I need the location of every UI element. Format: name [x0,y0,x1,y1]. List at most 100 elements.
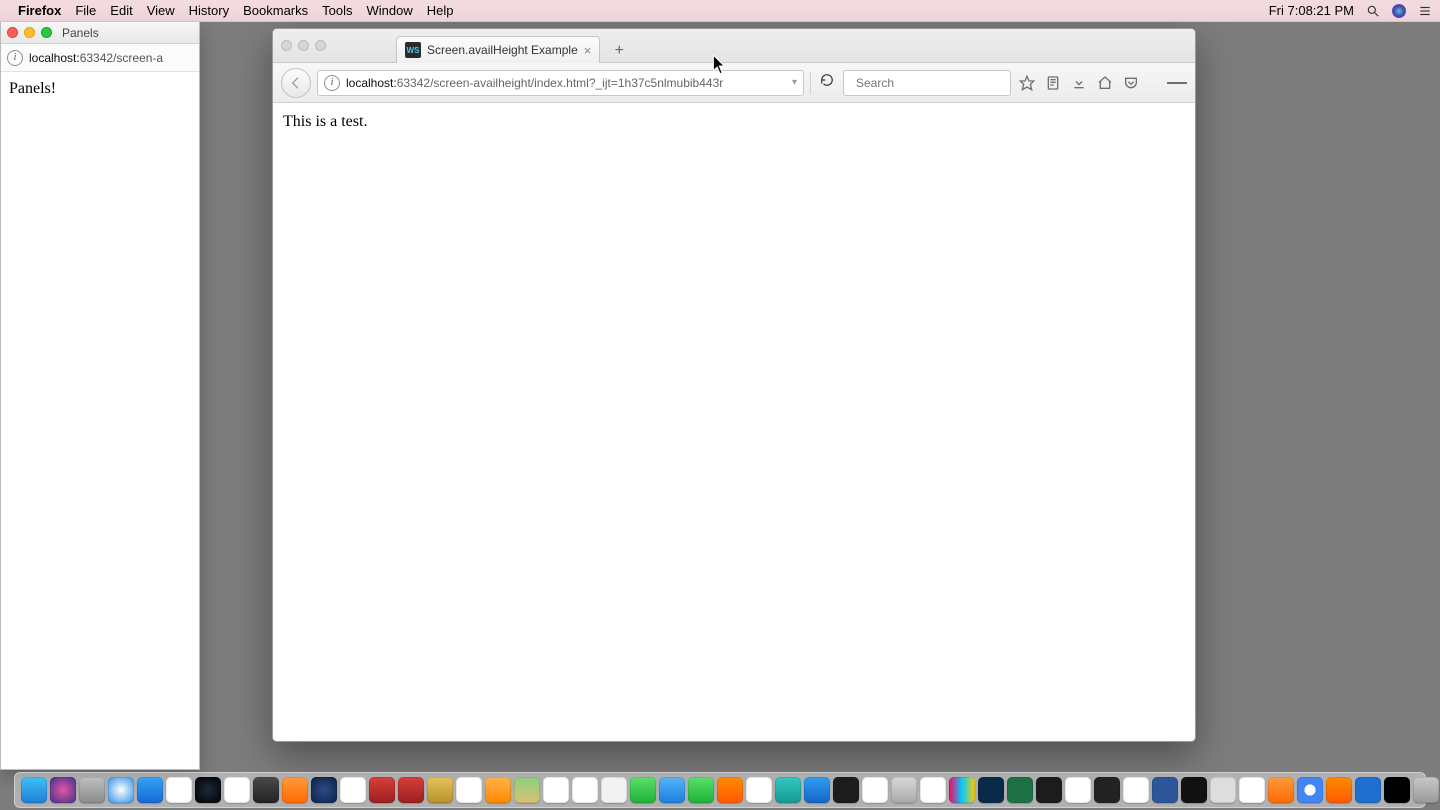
dock-app-app-globe[interactable] [311,777,337,803]
panels-window-title: Panels [62,26,99,40]
macos-menubar: Firefox File Edit View History Bookmarks… [0,0,1440,22]
dock-app-stocks[interactable] [833,777,859,803]
dock-app-app-orange[interactable] [717,777,743,803]
home-icon[interactable] [1095,73,1115,93]
dock-app-activity[interactable] [891,777,917,803]
browser-tab[interactable]: WS Screen.availHeight Example × [396,36,600,63]
dock-app-app-gold[interactable] [427,777,453,803]
tab-strip: WS Screen.availHeight Example × + [273,29,1195,63]
panels-url-text: localhost:63342/screen-a [29,51,163,65]
dock-app-app-white3[interactable] [746,777,772,803]
dock-app-app-folder[interactable] [485,777,511,803]
menu-help[interactable]: Help [427,3,454,18]
dock-app-calendar[interactable] [456,777,482,803]
site-info-icon[interactable]: i [324,75,340,91]
menu-edit[interactable]: Edit [110,3,132,18]
menu-bookmarks[interactable]: Bookmarks [243,3,308,18]
menu-window[interactable]: Window [367,3,413,18]
dock-app-app-orange2[interactable] [1326,777,1352,803]
dock-app-app-badge2[interactable] [398,777,424,803]
panels-page-content: Panels! [1,72,199,106]
dock-app-itunes[interactable] [920,777,946,803]
dock-app-app-music[interactable] [253,777,279,803]
address-bar[interactable]: i localhost:63342/screen-availheight/ind… [317,70,804,96]
dock-app-sysprefs[interactable] [79,777,105,803]
dock-app-finder[interactable] [21,777,47,803]
dock-app-app-compass[interactable] [282,777,308,803]
reading-list-icon[interactable] [1043,73,1063,93]
site-info-icon[interactable]: i [7,50,23,66]
minimize-button[interactable] [24,27,35,38]
dock-app-safari[interactable] [108,777,134,803]
menu-file[interactable]: File [75,3,96,18]
dock-app-excel[interactable] [1007,777,1033,803]
notification-center-icon[interactable] [1418,4,1432,18]
dock-app-app-blue2[interactable] [1355,777,1381,803]
pocket-icon[interactable] [1121,73,1141,93]
menu-view[interactable]: View [147,3,175,18]
dock-app-app-teal[interactable] [775,777,801,803]
tab-favicon-icon: WS [405,42,421,58]
dock-app-app-dark[interactable] [1094,777,1120,803]
mouse-cursor-icon [713,55,727,80]
url-dropdown-icon[interactable]: ▾ [792,77,797,88]
downloads-icon[interactable] [1069,73,1089,93]
dock [14,772,1426,808]
dock-app-ibooks[interactable] [1268,777,1294,803]
dock-app-photos[interactable] [1123,777,1149,803]
dock-app-numbers[interactable] [862,777,888,803]
maximize-button[interactable] [41,27,52,38]
hamburger-menu-icon[interactable] [1167,73,1187,93]
dock-app-app-grey2[interactable] [1413,777,1439,803]
reload-button[interactable] [817,73,837,92]
menu-history[interactable]: History [189,3,229,18]
menu-tools[interactable]: Tools [322,3,352,18]
spotlight-icon[interactable] [1366,4,1380,18]
search-input[interactable] [856,76,1011,90]
dock-app-onedrive[interactable] [1239,777,1265,803]
dock-app-app-grey[interactable] [1210,777,1236,803]
dock-app-facetime[interactable] [688,777,714,803]
dock-app-app-b[interactable] [224,777,250,803]
tab-close-icon[interactable]: × [584,43,592,58]
firefox-window: WS Screen.availHeight Example × + i loca… [272,28,1196,742]
panels-window: Panels i localhost:63342/screen-a Panels… [0,22,200,770]
page-text: This is a test. [283,113,367,130]
dock-app-app-black2[interactable] [1384,777,1410,803]
menubar-app-name[interactable]: Firefox [18,3,61,18]
dock-app-blizzard[interactable] [978,777,1004,803]
dock-app-app-black[interactable] [1181,777,1207,803]
dock-app-app-color[interactable] [949,777,975,803]
dock-app-app-badge1[interactable] [369,777,395,803]
bookmark-star-icon[interactable] [1017,73,1037,93]
dock-app-app-blue1[interactable] [804,777,830,803]
dock-app-app-white4[interactable] [1065,777,1091,803]
panels-window-titlebar[interactable]: Panels [1,22,199,44]
browser-toolbar: i localhost:63342/screen-availheight/ind… [273,63,1195,103]
dock-app-app-mu[interactable] [166,777,192,803]
dock-app-app-clock[interactable] [340,777,366,803]
close-button[interactable] [7,27,18,38]
dock-app-chrome[interactable] [1297,777,1323,803]
dock-app-siri[interactable] [50,777,76,803]
dock-app-textedit[interactable] [543,777,569,803]
close-button[interactable] [281,40,292,51]
panels-address-bar[interactable]: i localhost:63342/screen-a [1,44,199,72]
menubar-clock[interactable]: Fri 7:08:21 PM [1269,3,1354,18]
minimize-button[interactable] [298,40,309,51]
search-box[interactable] [843,70,1011,96]
dock-app-terminal[interactable] [1036,777,1062,803]
dock-app-app-white2[interactable] [601,777,627,803]
dock-app-app-white1[interactable] [572,777,598,803]
maximize-button[interactable] [315,40,326,51]
dock-app-maps[interactable] [514,777,540,803]
dock-app-word[interactable] [1152,777,1178,803]
dock-app-appstore[interactable] [137,777,163,803]
new-tab-button[interactable]: + [606,40,632,62]
back-button[interactable] [281,68,311,98]
siri-icon[interactable] [1392,4,1406,18]
page-content: This is a test. [273,103,1195,741]
dock-app-messages[interactable] [630,777,656,803]
dock-app-mail[interactable] [659,777,685,803]
dock-app-steam[interactable] [195,777,221,803]
